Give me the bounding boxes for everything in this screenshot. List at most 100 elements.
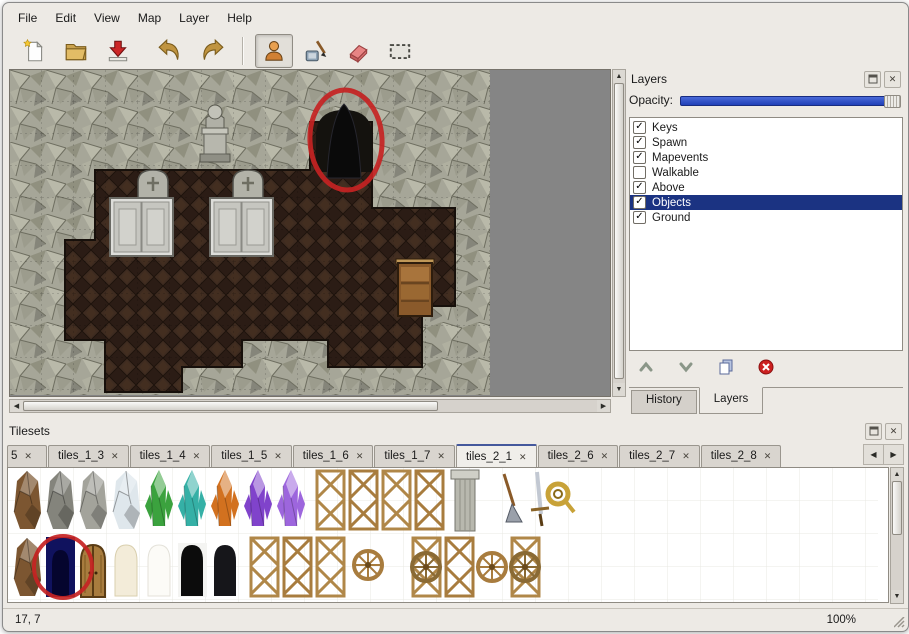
tileset-vertical-scrollbar[interactable]: ▲ ▼ — [890, 467, 904, 604]
map-viewport[interactable] — [9, 69, 611, 397]
select-tool-button[interactable] — [381, 34, 419, 68]
layer-label: Mapevents — [652, 152, 708, 164]
tileset-vscroll-thumb[interactable] — [892, 481, 902, 535]
layer-row-mapevents[interactable]: ✓ Mapevents — [630, 150, 902, 165]
tab-close-icon[interactable]: ✕ — [193, 451, 201, 462]
menu-view[interactable]: View — [85, 8, 129, 28]
layer-row-above[interactable]: ✓ Above — [630, 180, 902, 195]
layer-visibility-checkbox[interactable]: ✓ — [633, 136, 646, 149]
tileset-tab-tiles-2-6[interactable]: tiles_2_6 ✕ — [538, 445, 619, 467]
layer-row-ground[interactable]: ✓ Ground — [630, 210, 902, 225]
map-canvas[interactable] — [10, 70, 490, 395]
scroll-right-icon[interactable]: ▶ — [597, 400, 610, 412]
eraser-icon — [345, 38, 371, 64]
tab-close-icon[interactable]: ✕ — [111, 451, 119, 462]
map-horizontal-scrollbar[interactable]: ◀ ▶ — [9, 399, 611, 413]
move-layer-up-button[interactable] — [633, 357, 659, 377]
opacity-label: Opacity: — [629, 93, 673, 107]
eraser-tool-button[interactable] — [339, 34, 377, 68]
tab-close-icon[interactable]: ✕ — [519, 452, 527, 463]
detach-panel-icon[interactable] — [864, 71, 881, 88]
map-vscroll-track[interactable] — [613, 83, 625, 383]
tileset-tab-partial[interactable]: 5 ✕ — [7, 445, 47, 467]
map-vertical-scrollbar[interactable]: ▲ ▼ — [612, 69, 626, 397]
tile-wagon-wheel[interactable] — [478, 553, 506, 581]
tab-scroll-left-icon[interactable]: ◀ — [864, 445, 883, 464]
tile-dark-blue-door-selected[interactable] — [46, 537, 75, 597]
opacity-slider[interactable] — [680, 95, 901, 106]
menu-help[interactable]: Help — [218, 8, 261, 28]
tab-layers[interactable]: Layers — [699, 387, 764, 414]
tileset-tab-tiles-1-7[interactable]: tiles_1_7 ✕ — [374, 445, 455, 467]
layer-visibility-checkbox[interactable]: ✓ — [633, 151, 646, 164]
layer-visibility-checkbox[interactable] — [633, 166, 646, 179]
layer-label: Keys — [652, 122, 678, 134]
duplicate-layer-button[interactable] — [713, 357, 739, 377]
chevron-down-icon — [677, 359, 695, 375]
resize-grip[interactable] — [894, 617, 905, 628]
layer-visibility-checkbox[interactable]: ✓ — [633, 211, 646, 224]
scroll-down-icon[interactable]: ▼ — [891, 590, 903, 603]
layer-row-walkable[interactable]: Walkable — [630, 165, 902, 180]
tile-wheel-lattice[interactable] — [511, 553, 539, 581]
tileset-tab-tiles-1-4[interactable]: tiles_1_4 ✕ — [130, 445, 211, 467]
layer-row-spawn[interactable]: ✓ Spawn — [630, 135, 902, 150]
tile-wagon-wheel[interactable] — [354, 551, 382, 579]
tileset-tab-tiles-2-8[interactable]: tiles_2_8 ✕ — [701, 445, 782, 467]
tab-close-icon[interactable]: ✕ — [24, 451, 32, 462]
close-panel-icon[interactable]: ✕ — [885, 423, 902, 440]
tile-cream-arch[interactable] — [115, 545, 137, 596]
tile-dark-arch[interactable] — [214, 545, 236, 596]
tab-close-icon[interactable]: ✕ — [601, 451, 609, 462]
fill-tool-button[interactable] — [297, 34, 335, 68]
tab-close-icon[interactable]: ✕ — [437, 451, 445, 462]
layer-label: Spawn — [652, 137, 687, 149]
close-panel-icon[interactable]: ✕ — [884, 71, 901, 88]
map-vscroll-thumb[interactable] — [614, 83, 624, 379]
save-map-button[interactable] — [99, 34, 137, 68]
layer-row-objects[interactable]: ✓ Objects — [630, 195, 902, 210]
detach-panel-icon[interactable] — [865, 423, 882, 440]
tab-close-icon[interactable]: ✕ — [764, 451, 772, 462]
undo-button[interactable] — [151, 34, 189, 68]
scroll-left-icon[interactable]: ◀ — [10, 400, 23, 412]
new-map-button[interactable] — [15, 34, 53, 68]
scroll-up-icon[interactable]: ▲ — [613, 70, 625, 83]
tab-close-icon[interactable]: ✕ — [274, 451, 282, 462]
scroll-up-icon[interactable]: ▲ — [891, 468, 903, 481]
tile-white-arch[interactable] — [148, 545, 170, 596]
tab-scroll-right-icon[interactable]: ▶ — [883, 445, 903, 464]
map-hscroll-track[interactable] — [23, 400, 597, 412]
tilesets-panel-header: Tilesets ✕ — [7, 421, 904, 441]
tileset-tab-tiles-1-5[interactable]: tiles_1_5 ✕ — [211, 445, 292, 467]
map-hscroll-thumb[interactable] — [23, 401, 438, 411]
tab-close-icon[interactable]: ✕ — [682, 451, 690, 462]
tile-stone-column[interactable] — [451, 470, 479, 531]
entity-tool-button[interactable] — [255, 34, 293, 68]
tileset-tab-tiles-1-6[interactable]: tiles_1_6 ✕ — [293, 445, 374, 467]
layer-row-keys[interactable]: ✓ Keys — [630, 120, 902, 135]
move-layer-down-button[interactable] — [673, 357, 699, 377]
tile-wheel-lattice[interactable] — [412, 553, 440, 581]
tab-close-icon[interactable]: ✕ — [356, 451, 364, 462]
layer-visibility-checkbox[interactable]: ✓ — [633, 196, 646, 209]
layer-visibility-checkbox[interactable]: ✓ — [633, 181, 646, 194]
scroll-down-icon[interactable]: ▼ — [613, 383, 625, 396]
menu-file[interactable]: File — [9, 8, 46, 28]
tileset-tab-tiles-2-1[interactable]: tiles_2_1 ✕ — [456, 444, 537, 467]
tileset-canvas[interactable] — [7, 467, 889, 603]
redo-button[interactable] — [193, 34, 231, 68]
tab-history[interactable]: History — [631, 390, 697, 414]
opacity-slider-handle[interactable] — [884, 95, 901, 108]
menu-map[interactable]: Map — [129, 8, 170, 28]
tileset-tab-tiles-1-3[interactable]: tiles_1_3 ✕ — [48, 445, 129, 467]
delete-layer-button[interactable] — [753, 357, 779, 377]
tileset-vscroll-track[interactable] — [891, 481, 903, 590]
layer-visibility-checkbox[interactable]: ✓ — [633, 121, 646, 134]
menu-edit[interactable]: Edit — [46, 8, 85, 28]
tile-black-arch[interactable] — [178, 543, 207, 597]
tileset-tab-tiles-2-7[interactable]: tiles_2_7 ✕ — [619, 445, 700, 467]
layers-panel-title: Layers — [631, 72, 861, 86]
open-map-button[interactable] — [57, 34, 95, 68]
menu-layer[interactable]: Layer — [170, 8, 218, 28]
